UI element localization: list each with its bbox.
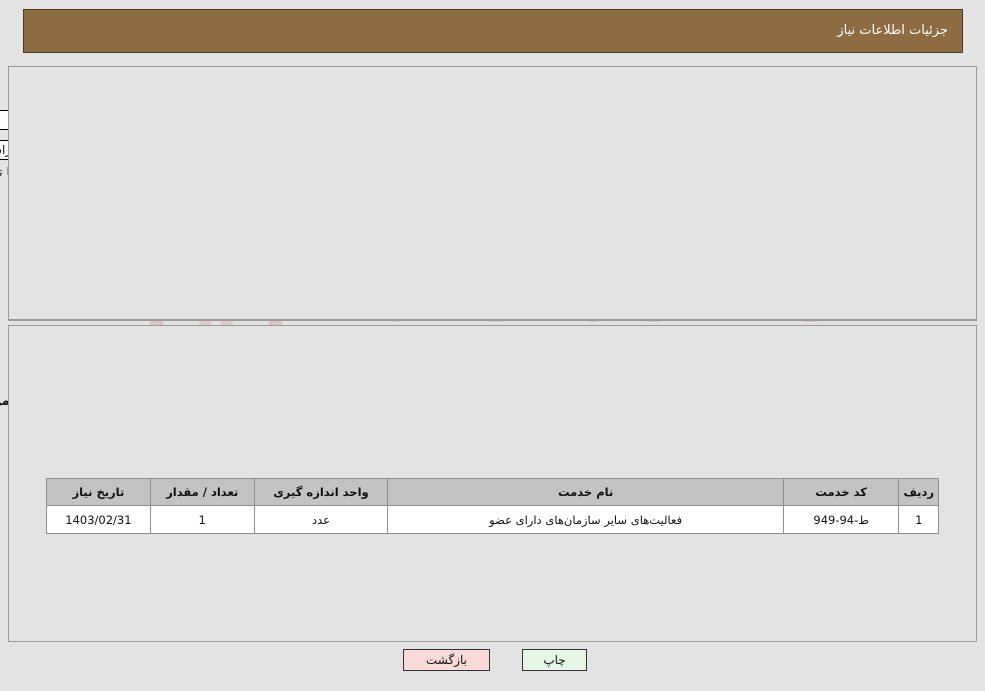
col-service-code: کد خدمت [782, 478, 900, 506]
col-need-date: تاریخ نیاز [46, 478, 151, 506]
cell-unit: عدد [253, 505, 389, 534]
page-root: AriaTender.net جزئیات اطلاعات نیاز شماره… [0, 0, 985, 691]
col-row-no: ردیف [898, 478, 939, 506]
table-row: 1 ط-94-949 فعالیت‌های سایر سازمان‌های دا… [46, 505, 939, 534]
need-info-panel [8, 66, 977, 321]
header-bar: جزئیات اطلاعات نیاز [23, 9, 963, 53]
page-title: جزئیات اطلاعات نیاز [837, 23, 948, 38]
print-button[interactable]: چاپ [522, 649, 587, 671]
cell-row-no: 1 [898, 505, 939, 534]
col-unit: واحد اندازه گیری [253, 478, 389, 506]
col-quantity: تعداد / مقدار [149, 478, 255, 506]
cell-service-code: ط-94-949 [782, 505, 900, 534]
col-service-name: نام خدمت [387, 478, 784, 506]
cell-service-name: فعالیت‌های سایر سازمان‌های دارای عضو [387, 505, 784, 534]
services-table: ردیف کد خدمت نام خدمت واحد اندازه گیری ت… [46, 478, 939, 534]
cell-need-date: 1403/02/31 [46, 505, 151, 534]
back-button[interactable]: بازگشت [403, 649, 490, 671]
cell-quantity: 1 [149, 505, 255, 534]
table-header-row: ردیف کد خدمت نام خدمت واحد اندازه گیری ت… [46, 478, 939, 506]
